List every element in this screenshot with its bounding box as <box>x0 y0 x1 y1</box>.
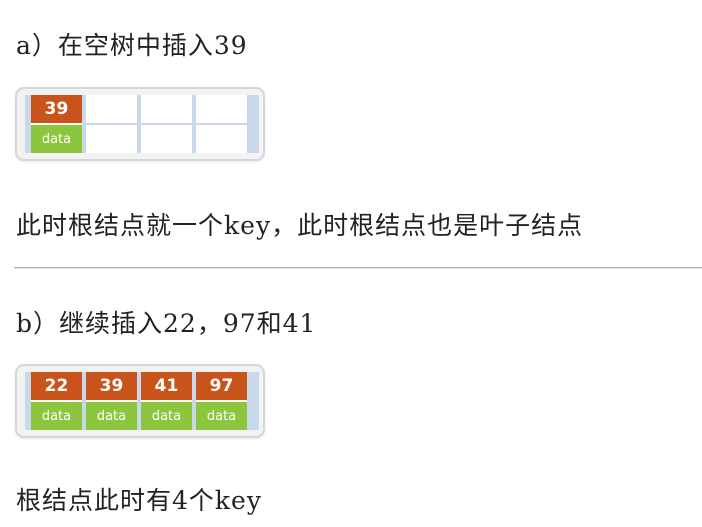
bplus-tree-root-node-b: 22 data 39 data 41 data 97 data <box>15 364 265 438</box>
data-cell: data <box>141 402 192 430</box>
key-slot-4 <box>196 95 247 153</box>
data-cell: data <box>86 402 137 430</box>
key-slot-1: 22 data <box>31 372 82 430</box>
key-slot-1: 39 data <box>31 95 82 153</box>
key-slot-3: 41 data <box>141 372 192 430</box>
section-divider <box>14 267 702 269</box>
key-slot-2: 39 data <box>86 372 137 430</box>
key-cell: 22 <box>31 372 82 402</box>
data-cell <box>141 125 192 153</box>
node-right-edge <box>253 372 259 430</box>
key-cell <box>86 95 137 125</box>
data-cell: data <box>31 125 82 153</box>
node-slots: 39 data <box>31 95 253 153</box>
key-cell: 39 <box>86 372 137 402</box>
data-cell <box>86 125 137 153</box>
key-cell: 39 <box>31 95 82 125</box>
section-b-heading: b）继续插入22，97和41 <box>16 309 317 338</box>
bplus-tree-root-node-a: 39 data <box>15 87 265 161</box>
data-cell: data <box>196 402 247 430</box>
key-cell: 97 <box>196 372 247 402</box>
key-slot-3 <box>141 95 192 153</box>
key-cell: 41 <box>141 372 192 402</box>
key-cell <box>141 95 192 125</box>
node-slots: 22 data 39 data 41 data 97 data <box>31 372 253 430</box>
key-slot-4: 97 data <box>196 372 247 430</box>
node-right-edge <box>253 95 259 153</box>
section-a-description: 此时根结点就一个key，此时根结点也是叶子结点 <box>16 211 584 240</box>
key-cell <box>196 95 247 125</box>
data-cell <box>196 125 247 153</box>
section-b-description: 根结点此时有4个key <box>16 486 262 515</box>
key-slot-2 <box>86 95 137 153</box>
data-cell: data <box>31 402 82 430</box>
section-a-heading: a）在空树中插入39 <box>16 31 248 60</box>
